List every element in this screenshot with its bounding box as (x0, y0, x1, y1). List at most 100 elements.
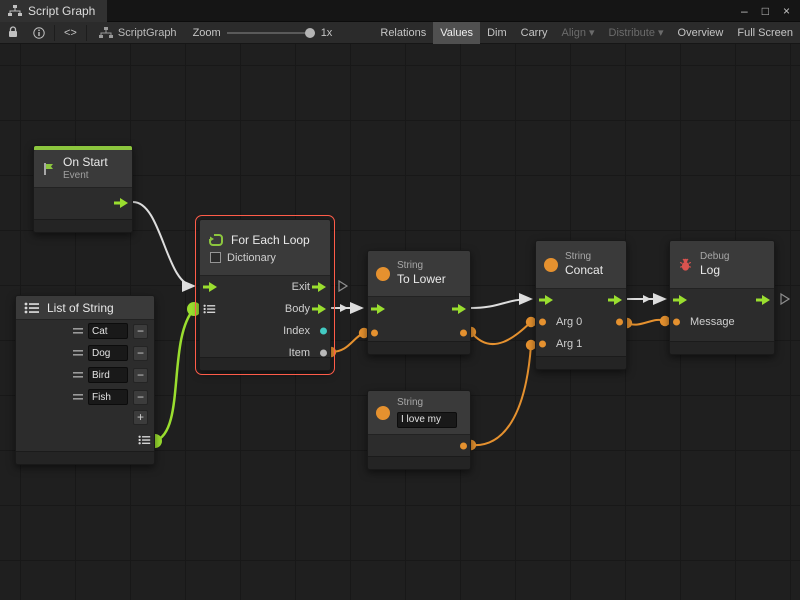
drag-handle-icon[interactable] (73, 371, 83, 379)
index-value-port[interactable] (320, 328, 327, 335)
list-item-row: − (16, 342, 154, 364)
string-literal-input[interactable] (397, 412, 457, 428)
relations-button[interactable]: Relations (373, 22, 433, 44)
inspect-button[interactable] (26, 22, 52, 44)
carry-button[interactable]: Carry (514, 22, 555, 44)
flow-out-port[interactable] (114, 198, 129, 208)
tab-title: Script Graph (28, 4, 95, 18)
flow-in-port[interactable] (371, 304, 386, 314)
port-row: Message (670, 311, 774, 333)
node-to-lower[interactable]: String To Lower (367, 250, 471, 355)
wire-tolower-to-concat-flow[interactable] (471, 299, 531, 308)
flow-in-port[interactable] (673, 295, 688, 305)
collection-in-port[interactable] (203, 304, 216, 314)
edit-code-button[interactable]: <> (57, 22, 84, 44)
graph-canvas[interactable]: On Start Event For Each Loop (0, 44, 800, 600)
drag-handle-icon[interactable] (73, 393, 83, 401)
drag-handle-icon[interactable] (73, 327, 83, 335)
list-item-input[interactable] (88, 389, 128, 405)
overview-button[interactable]: Overview (671, 22, 731, 44)
node-header[interactable]: Debug Log (670, 241, 774, 289)
drag-handle-icon[interactable] (73, 349, 83, 357)
toolbar-right-group: Relations Values Dim Carry Align▾ Distri… (373, 22, 800, 44)
distribute-dropdown[interactable]: Distribute▾ (602, 22, 671, 44)
flow-out-port[interactable] (452, 304, 467, 314)
node-title: For Each Loop (231, 233, 310, 247)
list-item-input[interactable] (88, 323, 128, 339)
node-list-of-string[interactable]: List of String − − − − (15, 295, 155, 465)
dim-button[interactable]: Dim (480, 22, 514, 44)
node-debug-log[interactable]: Debug Log Message (669, 240, 775, 355)
node-concat[interactable]: String Concat Arg 0 Arg 1 (535, 240, 627, 370)
lock-button[interactable] (0, 22, 26, 44)
wire-onstart-to-foreach[interactable] (133, 202, 194, 286)
string-type-icon (544, 258, 558, 272)
align-dropdown[interactable]: Align▾ (555, 22, 602, 44)
minimize-button[interactable]: – (741, 0, 748, 22)
close-button[interactable]: × (783, 0, 790, 22)
arg0-port-label: Arg 0 (556, 316, 582, 328)
port-row: Exit (200, 276, 330, 298)
node-for-each-loop[interactable]: For Each Loop Dictionary Exit (199, 219, 331, 371)
zoom-slider[interactable] (227, 27, 315, 39)
toolbar-separator (86, 25, 87, 41)
arg0-in-port[interactable] (539, 319, 546, 326)
list-item-input[interactable] (88, 345, 128, 361)
list-out-port[interactable] (138, 435, 151, 445)
dictionary-checkbox[interactable] (210, 252, 221, 263)
wire-list-to-foreach[interactable] (155, 309, 194, 441)
item-value-port[interactable] (320, 350, 327, 357)
body-flow-port[interactable] (312, 304, 327, 314)
list-icon (24, 302, 40, 314)
bug-icon (678, 257, 693, 272)
remove-item-button[interactable]: − (133, 390, 148, 405)
wire-tolower-to-concat-arg0[interactable] (471, 322, 531, 344)
wire-literal-to-concat-arg1[interactable] (471, 345, 531, 445)
script-graph-icon (8, 5, 22, 17)
zoom-value: 1x (321, 27, 333, 39)
arg1-in-port[interactable] (539, 341, 546, 348)
string-out-port[interactable] (460, 443, 467, 450)
node-on-start[interactable]: On Start Event (33, 145, 133, 233)
breadcrumb[interactable]: ScriptGraph (89, 27, 187, 39)
message-in-port[interactable] (673, 319, 680, 326)
port-row (16, 430, 154, 450)
node-header[interactable]: On Start Event (34, 150, 132, 188)
maximize-button[interactable]: □ (762, 0, 769, 22)
node-footer (200, 357, 330, 370)
node-header[interactable]: For Each Loop Dictionary (200, 220, 330, 276)
flow-in-port[interactable] (539, 295, 554, 305)
result-out-port[interactable] (616, 319, 623, 326)
remove-item-button[interactable]: − (133, 368, 148, 383)
string-out-port[interactable] (460, 330, 467, 337)
add-item-button[interactable]: + (133, 410, 148, 425)
node-header[interactable]: String Concat (536, 241, 626, 289)
node-title: Concat (565, 263, 603, 278)
dictionary-label: Dictionary (227, 252, 276, 264)
full-screen-button[interactable]: Full Screen (730, 22, 800, 44)
node-header[interactable]: List of String (16, 296, 154, 320)
flow-out-port[interactable] (608, 295, 623, 305)
zoom-slider-knob[interactable] (305, 28, 315, 38)
node-title: Log (700, 263, 729, 278)
flow-in-port[interactable] (203, 282, 218, 292)
remove-item-button[interactable]: − (133, 346, 148, 361)
remove-item-button[interactable]: − (133, 324, 148, 339)
flow-out-port[interactable] (756, 295, 771, 305)
node-string-literal[interactable]: String (367, 390, 471, 470)
log-exit-unconnected-indicator (781, 294, 789, 304)
port-row (368, 297, 470, 321)
wire-concat-to-log-message[interactable] (627, 320, 665, 325)
wire-item-to-tolower[interactable] (331, 333, 364, 352)
values-button[interactable]: Values (433, 22, 480, 44)
list-item-input[interactable] (88, 367, 128, 383)
caret-down-icon: ▾ (658, 22, 664, 44)
index-port-label: Index (283, 325, 310, 337)
node-header[interactable]: String (368, 391, 470, 435)
port-row (368, 435, 470, 457)
node-type-label: String (397, 260, 446, 273)
tab-script-graph[interactable]: Script Graph (0, 0, 107, 22)
exit-flow-port[interactable] (312, 282, 327, 292)
node-header[interactable]: String To Lower (368, 251, 470, 297)
string-in-port[interactable] (371, 330, 378, 337)
